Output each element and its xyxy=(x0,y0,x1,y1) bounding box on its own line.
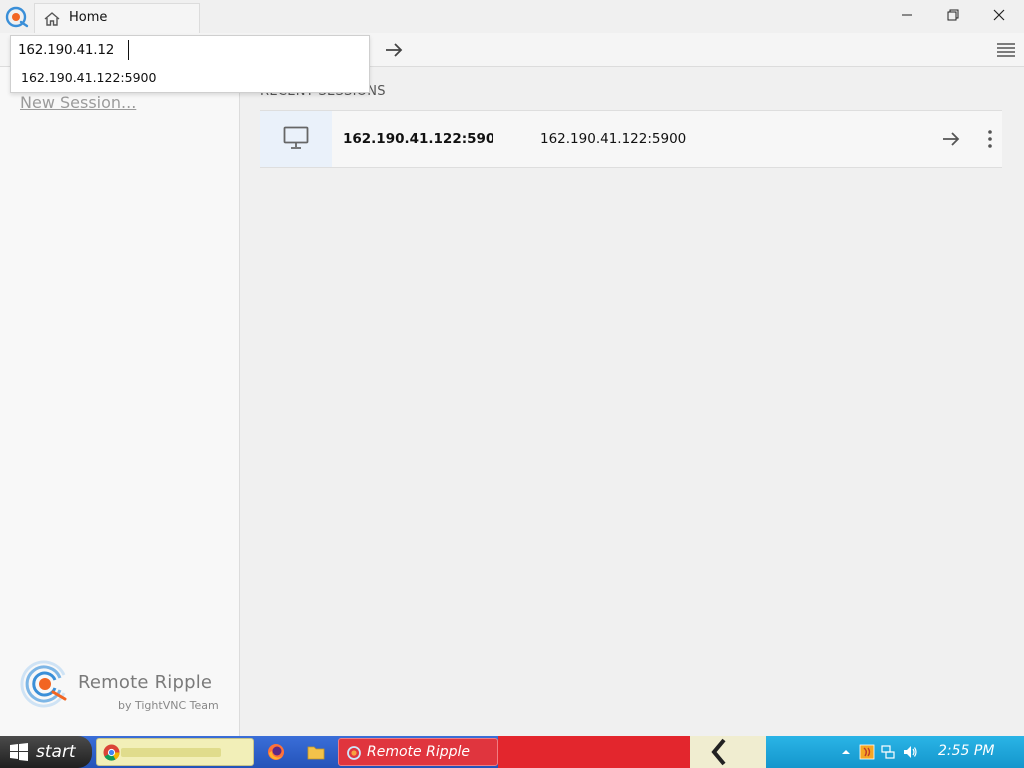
start-button[interactable]: start xyxy=(0,736,92,768)
tab-home[interactable]: Home xyxy=(34,3,200,33)
java-update-icon[interactable] xyxy=(859,744,875,760)
maximize-button[interactable] xyxy=(930,0,976,30)
tab-label: Home xyxy=(69,10,108,25)
session-row[interactable]: 162.190.41.122:5900 162.190.41.122:5900 xyxy=(260,110,1002,168)
taskbar-empty-area-sketch xyxy=(690,736,766,768)
main-content: RECENT SESSIONS 162.190.41.122:5900 162.… xyxy=(241,67,1024,736)
title-bar: Home xyxy=(0,0,1024,33)
minimize-icon xyxy=(902,14,912,16)
arrow-right-icon xyxy=(386,43,403,57)
address-suggestion-item[interactable]: 162.190.41.122:5900 xyxy=(11,66,369,92)
close-icon xyxy=(993,9,1005,21)
remote-ripple-logo xyxy=(20,659,70,709)
firefox-icon xyxy=(268,744,284,760)
close-button[interactable] xyxy=(976,0,1022,30)
taskbar-item-folder[interactable] xyxy=(302,738,330,766)
address-input[interactable] xyxy=(11,36,369,64)
windows-logo-icon xyxy=(10,743,28,761)
text-caret xyxy=(128,40,129,60)
brand-name: Remote Ripple xyxy=(78,672,213,693)
session-host: 162.190.41.122:5900 xyxy=(540,131,687,147)
remote-ripple-icon xyxy=(347,746,361,760)
session-name: 162.190.41.122:5900 xyxy=(343,131,493,147)
session-connect-button[interactable] xyxy=(940,128,962,150)
taskbar-item-remote-ripple[interactable]: Remote Ripple xyxy=(338,738,498,766)
hamburger-menu-icon xyxy=(997,43,1015,57)
home-icon xyxy=(43,10,61,28)
sidebar: New Session... Remote Ripple by TightVNC… xyxy=(0,67,240,736)
main-menu-button[interactable] xyxy=(995,41,1017,59)
taskbar-clock[interactable]: 2:55 PM xyxy=(938,743,994,759)
start-label: start xyxy=(36,742,76,762)
minimize-button[interactable] xyxy=(884,0,930,30)
taskbar-item-chrome-label xyxy=(121,748,221,757)
taskbar-item-chrome[interactable] xyxy=(96,738,254,766)
taskbar-item-firefox[interactable] xyxy=(262,738,290,766)
session-thumbnail xyxy=(260,111,332,167)
taskbar-item-label: Remote Ripple xyxy=(367,744,470,760)
taskbar-empty-area xyxy=(498,736,690,768)
restore-icon xyxy=(947,9,959,21)
new-session-link[interactable]: New Session... xyxy=(20,93,136,112)
show-hidden-icons-icon[interactable] xyxy=(838,744,854,760)
taskbar: start Remote Ripple 2:55 PM xyxy=(0,736,1024,768)
session-options-button[interactable] xyxy=(982,128,998,150)
more-vertical-icon xyxy=(988,130,992,148)
chrome-icon xyxy=(103,744,120,761)
folder-icon xyxy=(307,746,325,760)
address-autocomplete: 162.190.41.122:5900 xyxy=(10,35,370,93)
brand-subtitle: by TightVNC Team xyxy=(118,699,219,712)
volume-icon[interactable] xyxy=(902,744,918,760)
network-icon[interactable] xyxy=(880,744,896,760)
arrow-right-icon xyxy=(943,132,960,146)
monitor-icon xyxy=(283,126,309,149)
remote-ripple-logo-icon[interactable] xyxy=(4,4,30,30)
connect-button[interactable] xyxy=(383,39,405,61)
